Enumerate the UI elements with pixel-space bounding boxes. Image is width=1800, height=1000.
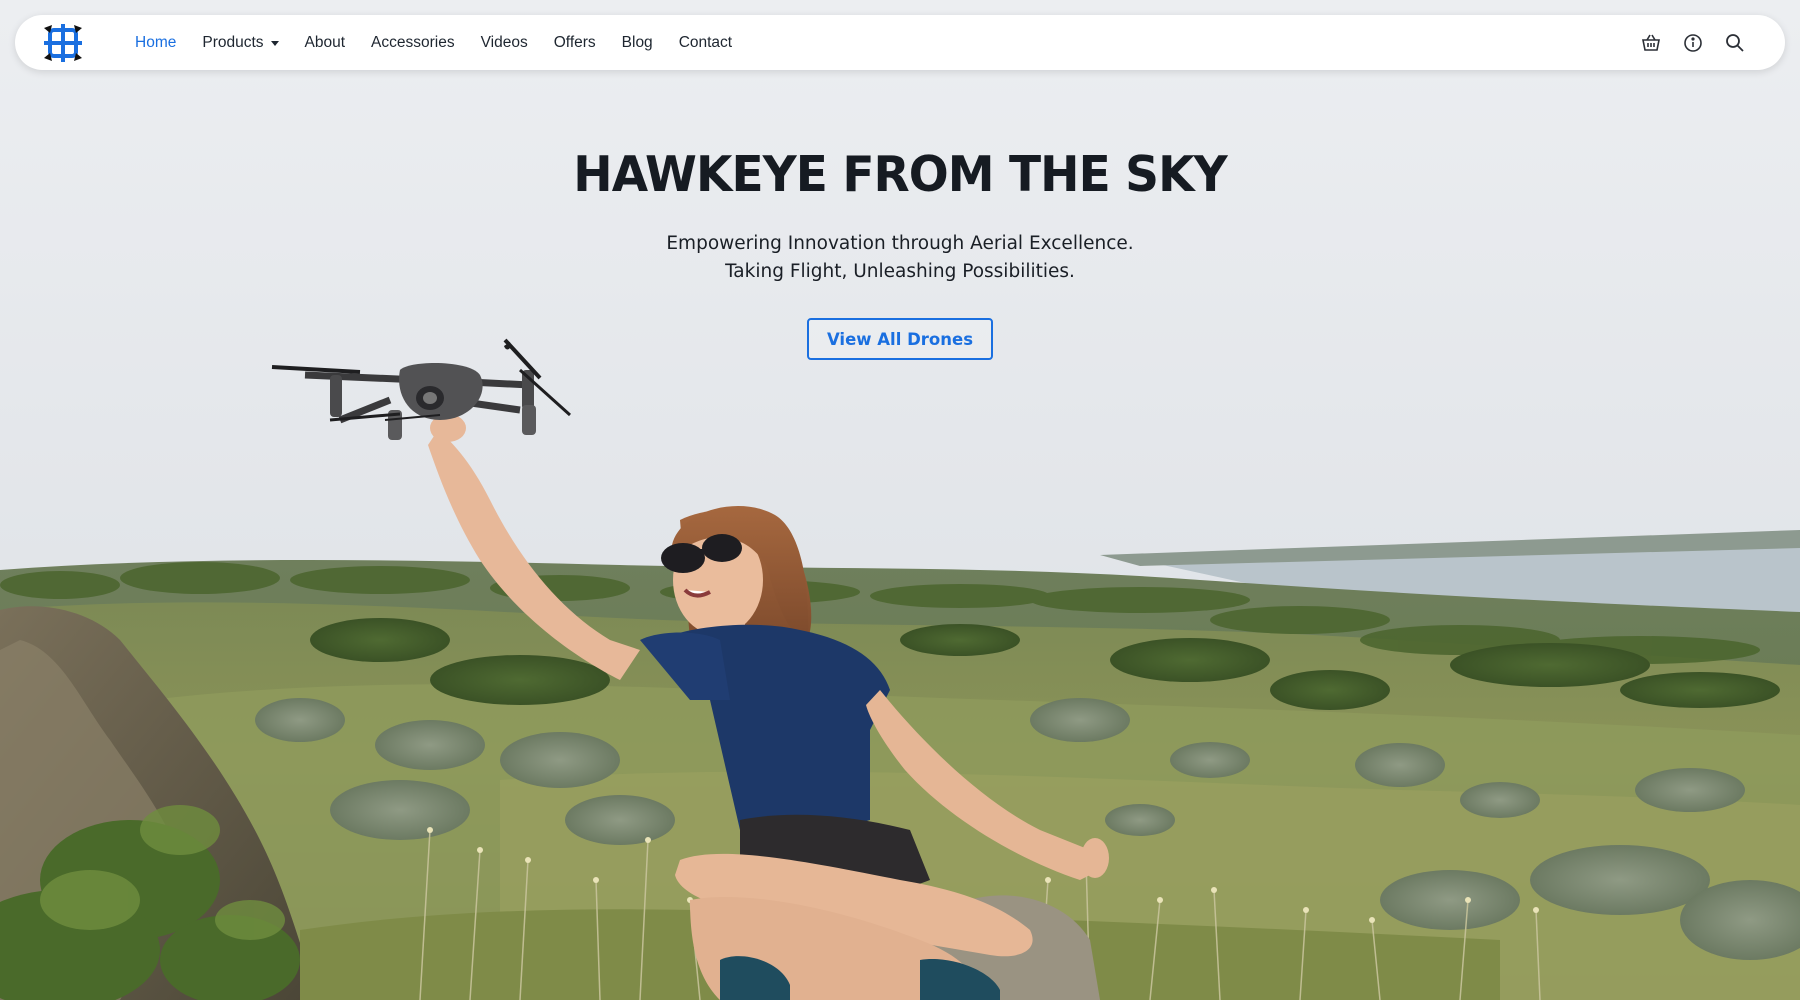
nav-link-label: Contact — [678, 33, 733, 51]
hero-subtitle-line-2: Taking Flight, Unleashing Possibilities. — [725, 261, 1075, 282]
search-icon[interactable] — [1725, 33, 1745, 53]
nav-link-label: About — [304, 33, 346, 51]
nav-link-label: Accessories — [371, 33, 455, 51]
nav-link-about[interactable]: About — [305, 34, 346, 52]
hero-subtitle-line-1: Empowering Innovation through Aerial Exc… — [666, 233, 1134, 254]
hero-subtitle: Empowering Innovation through Aerial Exc… — [0, 230, 1800, 286]
page: Home Products About Accessories Videos O… — [0, 0, 1800, 1000]
nav-link-home[interactable]: Home — [135, 34, 176, 52]
nav-link-label: Blog — [621, 33, 653, 51]
nav-link-label: Offers — [553, 33, 596, 51]
nav-icon-group — [1641, 15, 1745, 70]
navbar: Home Products About Accessories Videos O… — [15, 15, 1785, 70]
nav-link-blog[interactable]: Blog — [622, 34, 653, 52]
nav-link-accessories[interactable]: Accessories — [371, 34, 455, 52]
info-icon[interactable] — [1683, 33, 1703, 53]
hero-section: HAWKEYE FROM THE SKY Empowering Innovati… — [0, 140, 1800, 360]
cart-icon[interactable] — [1641, 33, 1661, 53]
caret-down-icon — [270, 41, 279, 46]
nav-link-label: Products — [202, 33, 264, 51]
nav-menu: Home Products About Accessories Videos O… — [135, 15, 758, 70]
nav-link-videos[interactable]: Videos — [481, 34, 528, 52]
nav-link-label: Videos — [480, 33, 528, 51]
nav-link-contact[interactable]: Contact — [679, 34, 732, 52]
view-all-drones-button[interactable]: View All Drones — [807, 318, 993, 360]
drone-logo-icon[interactable] — [42, 22, 84, 64]
nav-link-label: Home — [135, 33, 177, 51]
hero-title: HAWKEYE FROM THE SKY — [573, 146, 1227, 203]
nav-link-offers[interactable]: Offers — [554, 34, 596, 52]
nav-link-products[interactable]: Products — [202, 33, 279, 52]
